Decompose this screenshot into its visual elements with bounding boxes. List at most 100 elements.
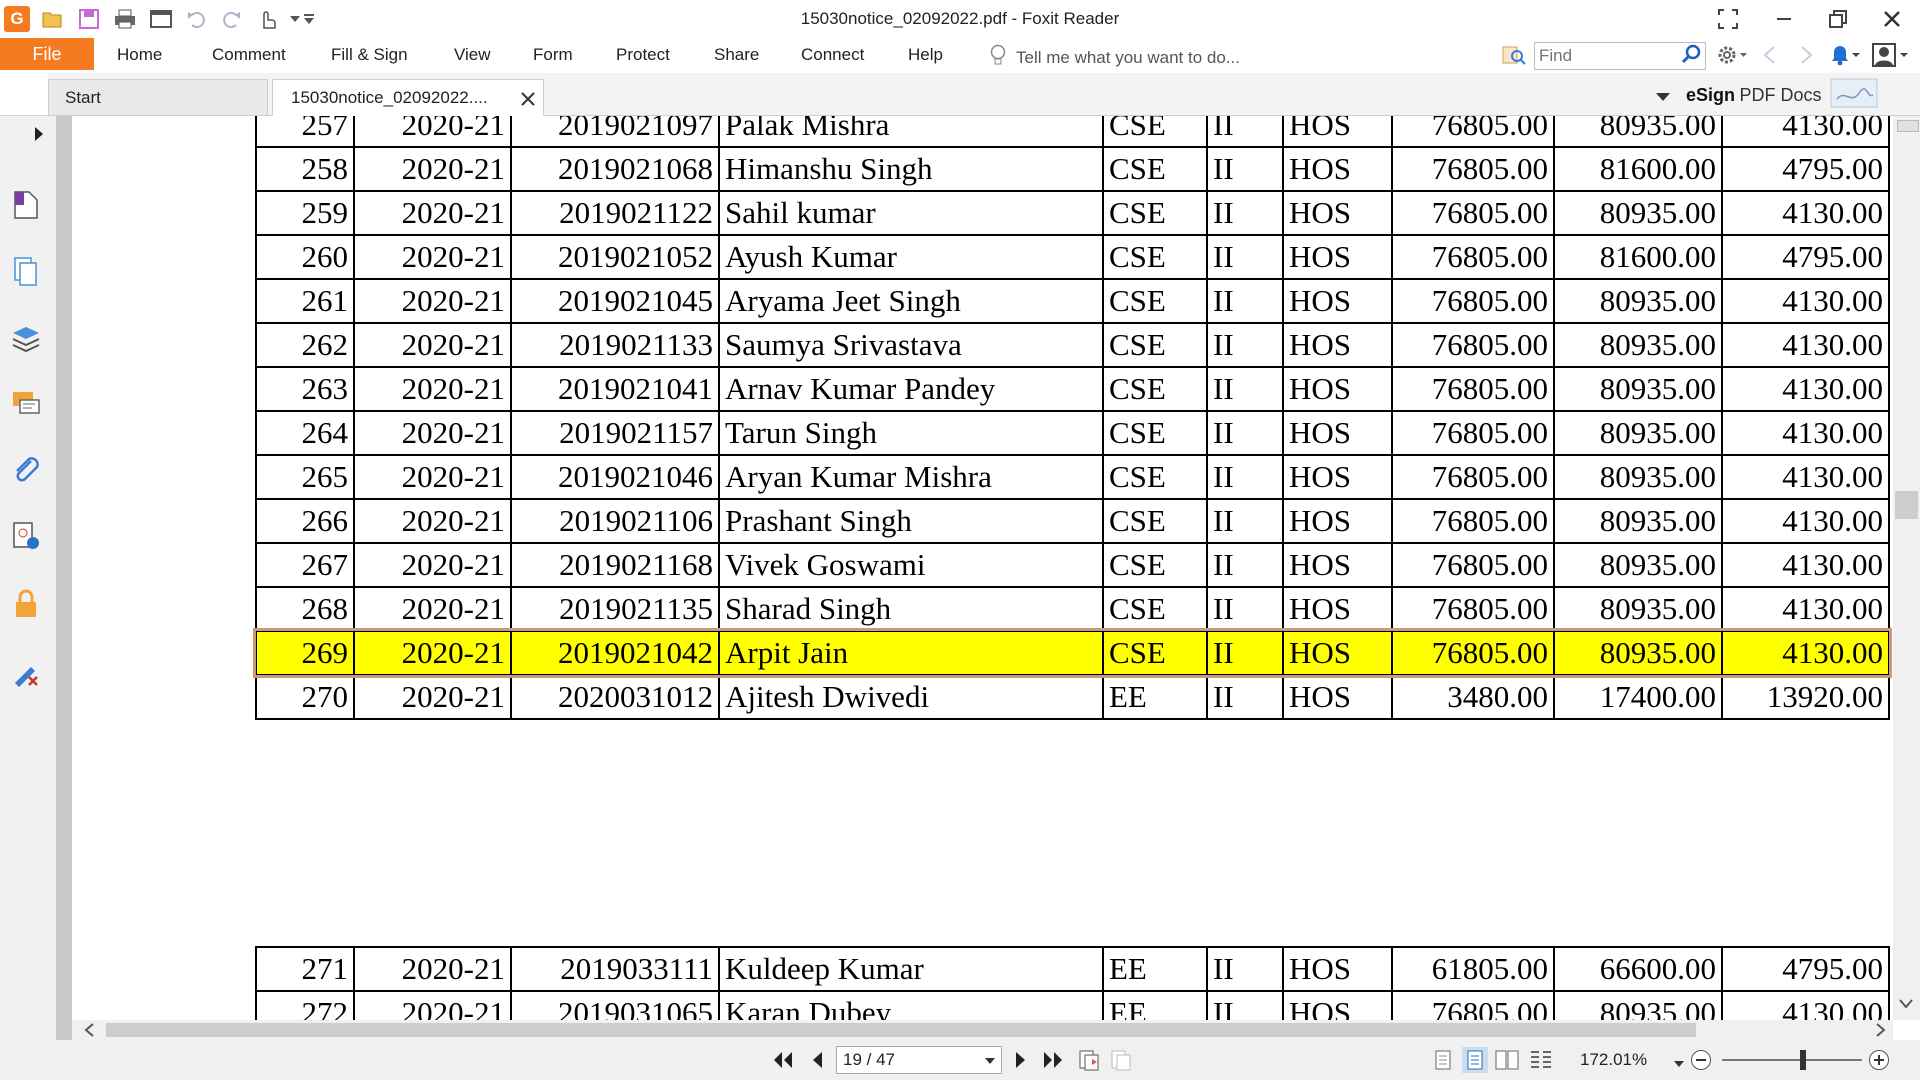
cell-student-name: Aryama Jeet Singh — [718, 278, 1104, 324]
table-row: 266 2020-21 2019021106 Prashant Singh CSE II H… — [255, 498, 1890, 544]
first-page-icon[interactable] — [770, 1047, 796, 1073]
cell-fee-old: 76805.00 — [1391, 630, 1555, 676]
vertical-scrollbar[interactable] — [1893, 116, 1920, 1020]
continuous-facing-view-icon[interactable] — [1528, 1047, 1554, 1073]
foxit-logo-icon[interactable]: G — [4, 6, 30, 32]
cell-session: 2020-21 — [353, 146, 512, 192]
cell-fee-new: 81600.00 — [1553, 234, 1723, 280]
search-document-icon[interactable] — [1502, 44, 1526, 71]
vertical-scroll-thumb[interactable] — [1895, 491, 1918, 519]
zoom-slider-handle[interactable] — [1800, 1050, 1806, 1070]
tell-me-label: Tell me what you want to do... — [1016, 47, 1240, 67]
close-tab-icon[interactable] — [521, 86, 535, 112]
scroll-up-button[interactable] — [1897, 120, 1919, 132]
zoom-out-icon[interactable] — [1690, 1049, 1712, 1076]
panel-splitter[interactable] — [56, 116, 72, 1040]
cell-fee-difference: 4130.00 — [1721, 116, 1890, 148]
cell-sl-no: 264 — [255, 410, 355, 456]
cell-session: 2020-21 — [353, 190, 512, 236]
window-icon[interactable] — [148, 6, 174, 32]
search-icon[interactable] — [1681, 44, 1701, 69]
tell-me-search[interactable]: Tell me what you want to do... — [990, 44, 1240, 71]
previous-result-icon[interactable] — [1762, 45, 1776, 70]
undo-icon[interactable] — [184, 6, 210, 32]
next-page-icon[interactable] — [1008, 1047, 1034, 1073]
tab-start[interactable]: Start — [48, 79, 268, 115]
cell-fee-difference: 4130.00 — [1721, 454, 1890, 500]
menu-form[interactable]: Form — [533, 45, 573, 65]
menu-help[interactable]: Help — [908, 45, 943, 65]
menu-share[interactable]: Share — [714, 45, 759, 65]
last-page-icon[interactable] — [1040, 1047, 1066, 1073]
horizontal-scrollbar[interactable] — [72, 1020, 1893, 1040]
menu-fill-sign[interactable]: Fill & Sign — [331, 45, 408, 65]
cell-sl-no: 261 — [255, 278, 355, 324]
cell-student-name: Saumya Srivastava — [718, 322, 1104, 368]
cell-sl-no: 267 — [255, 542, 355, 588]
comments-icon[interactable] — [10, 388, 42, 420]
account-icon[interactable] — [1872, 43, 1912, 72]
zoom-in-icon[interactable] — [1868, 1049, 1890, 1076]
print-icon[interactable] — [112, 6, 138, 32]
cell-student-name: Aryan Kumar Mishra — [718, 454, 1104, 500]
cell-session: 2020-21 — [353, 990, 512, 1020]
next-result-icon[interactable] — [1800, 45, 1814, 70]
open-icon[interactable] — [40, 6, 66, 32]
edit-tools-icon[interactable] — [10, 656, 42, 688]
restore-icon[interactable] — [1816, 4, 1860, 34]
customize-toolbar-icon[interactable] — [296, 6, 322, 32]
cell-fee-new: 80935.00 — [1553, 116, 1723, 148]
zoom-level[interactable]: 172.01% — [1580, 1050, 1647, 1070]
menu-home[interactable]: Home — [117, 45, 162, 65]
menu-view[interactable]: View — [454, 45, 491, 65]
pages-thumbnails-icon[interactable] — [10, 256, 42, 288]
cell-fee-difference: 13920.00 — [1721, 674, 1890, 720]
menu-connect[interactable]: Connect — [801, 45, 864, 65]
page-number-field[interactable]: 19 / 47 — [836, 1046, 1002, 1074]
scroll-down-icon[interactable] — [1899, 996, 1913, 1014]
esign-pdf-docs-button[interactable]: eSign PDF Docs — [1660, 77, 1920, 113]
hand-tool-icon[interactable] — [254, 6, 280, 32]
minimize-icon[interactable] — [1762, 4, 1806, 34]
cell-category: HOS — [1282, 630, 1393, 676]
close-icon[interactable] — [1870, 4, 1914, 34]
redo-icon[interactable] — [218, 6, 244, 32]
layers-icon[interactable] — [10, 322, 42, 354]
tab-document[interactable]: 15030notice_02092022.... — [272, 79, 544, 116]
security-lock-icon[interactable] — [10, 588, 42, 620]
previous-page-icon[interactable] — [804, 1047, 830, 1073]
find-input[interactable] — [1535, 45, 1681, 67]
continuous-view-icon[interactable] — [1462, 1047, 1488, 1073]
zoom-dropdown-icon[interactable] — [1674, 1055, 1684, 1073]
menu-protect[interactable]: Protect — [616, 45, 670, 65]
single-page-view-icon[interactable] — [1430, 1047, 1456, 1073]
find-field[interactable] — [1534, 42, 1706, 70]
insert-page-icon[interactable] — [1076, 1047, 1102, 1073]
save-icon[interactable] — [76, 6, 102, 32]
attachments-icon[interactable] — [10, 454, 42, 486]
fullscreen-icon[interactable] — [1706, 4, 1750, 34]
cell-year: II — [1206, 946, 1284, 992]
bookmarks-icon[interactable] — [10, 188, 42, 220]
zoom-slider[interactable] — [1722, 1059, 1862, 1061]
cell-student-name: Himanshu Singh — [718, 146, 1104, 192]
menu-comment[interactable]: Comment — [212, 45, 286, 65]
menu-file[interactable]: File — [0, 38, 94, 70]
signature-panel-icon[interactable] — [10, 520, 42, 552]
chevron-down-icon[interactable] — [985, 1050, 995, 1070]
expand-panel-icon[interactable] — [34, 126, 44, 147]
cell-branch: EE — [1102, 946, 1208, 992]
cell-fee-new: 80935.00 — [1553, 498, 1723, 544]
cell-year: II — [1206, 234, 1284, 280]
horizontal-scroll-thumb[interactable] — [106, 1023, 1696, 1037]
cell-fee-difference: 4130.00 — [1721, 498, 1890, 544]
notification-bell-icon[interactable] — [1828, 43, 1864, 72]
document-viewport[interactable]: 257 2020-21 2019021097 Palak Mishra CSE II HOS… — [72, 116, 1893, 1020]
settings-gear-icon[interactable] — [1716, 44, 1748, 71]
cell-branch: EE — [1102, 990, 1208, 1020]
facing-view-icon[interactable] — [1494, 1047, 1520, 1073]
cell-category: HOS — [1282, 146, 1393, 192]
extract-page-icon[interactable] — [1108, 1047, 1134, 1073]
cell-year: II — [1206, 410, 1284, 456]
cell-year: II — [1206, 542, 1284, 588]
